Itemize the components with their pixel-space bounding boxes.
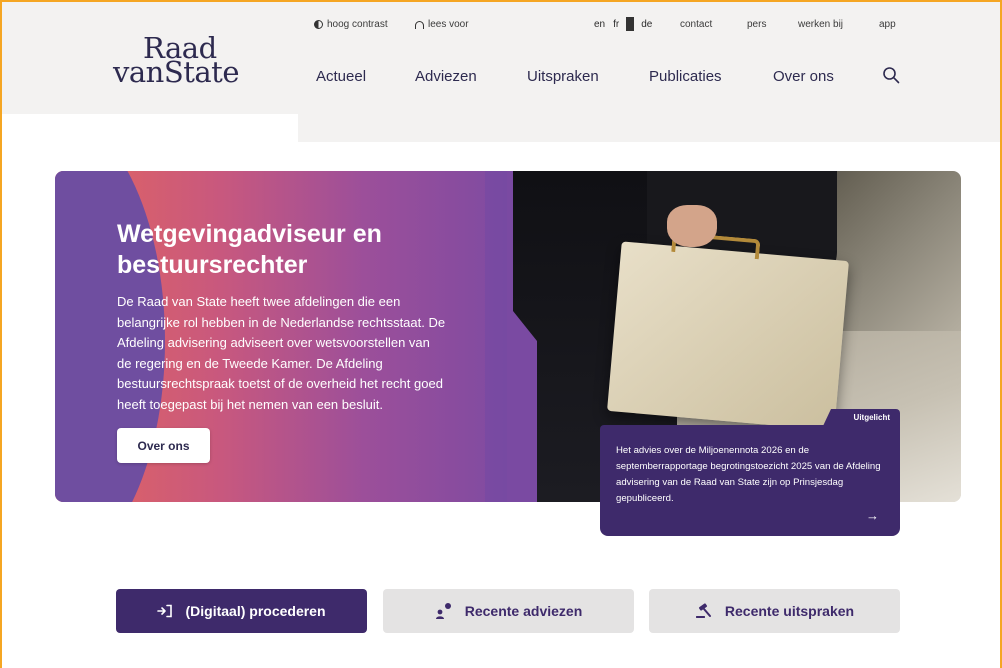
nav-publicaties[interactable]: Publicaties bbox=[649, 68, 722, 85]
press-link[interactable]: pers bbox=[747, 19, 766, 30]
arrow-right-icon[interactable]: → bbox=[866, 508, 879, 523]
sign-in-icon bbox=[157, 604, 173, 618]
over-ons-button[interactable]: Over ons bbox=[117, 428, 210, 463]
recent-rulings-button[interactable]: Recente uitspraken bbox=[649, 589, 900, 633]
contrast-icon bbox=[314, 20, 323, 29]
nav-over-ons[interactable]: Over ons bbox=[773, 68, 834, 85]
lang-de[interactable]: de bbox=[637, 19, 656, 31]
high-contrast-label: hoog contrast bbox=[327, 19, 388, 30]
logo-line-2: vanState bbox=[113, 55, 239, 89]
digital-procederen-label: (Digitaal) procederen bbox=[185, 603, 326, 619]
language-switcher: en fr de bbox=[590, 17, 656, 31]
header-notch bbox=[2, 114, 298, 144]
read-aloud-button[interactable]: lees voor bbox=[415, 19, 469, 30]
gavel-icon bbox=[695, 603, 711, 618]
contact-link[interactable]: contact bbox=[680, 19, 712, 30]
digital-procederen-button[interactable]: (Digitaal) procederen bbox=[116, 589, 367, 633]
photo-briefcase bbox=[607, 241, 849, 431]
nav-actueel[interactable]: Actueel bbox=[316, 68, 366, 85]
highlight-tag: Uitgelicht bbox=[823, 409, 900, 426]
nav-adviezen[interactable]: Adviezen bbox=[415, 68, 477, 85]
site-logo[interactable]: Raad vanState bbox=[113, 34, 243, 89]
lang-divider bbox=[626, 17, 635, 31]
careers-link[interactable]: werken bij bbox=[798, 19, 843, 30]
app-link[interactable]: app bbox=[879, 19, 896, 30]
high-contrast-toggle[interactable]: hoog contrast bbox=[314, 19, 388, 30]
hero-description: De Raad van State heeft twee afdelingen … bbox=[117, 294, 446, 412]
highlight-card[interactable]: Het advies over de Miljoenennota 2026 en… bbox=[600, 425, 900, 536]
headphones-icon bbox=[415, 20, 424, 29]
recent-rulings-label: Recente uitspraken bbox=[724, 603, 855, 619]
recent-advice-label: Recente adviezen bbox=[464, 603, 583, 619]
nav-uitspraken[interactable]: Uitspraken bbox=[527, 68, 599, 85]
hero-title: Wetgevingadviseur en bestuursrechter bbox=[117, 220, 382, 279]
recent-advice-button[interactable]: Recente adviezen bbox=[383, 589, 634, 633]
lang-fr[interactable]: fr bbox=[609, 19, 623, 31]
read-aloud-label: lees voor bbox=[428, 19, 469, 30]
speaker-person-icon bbox=[435, 603, 451, 619]
highlight-text: Het advies over de Miljoenennota 2026 en… bbox=[616, 445, 881, 504]
search-icon[interactable] bbox=[882, 66, 900, 84]
lang-en[interactable]: en bbox=[590, 19, 609, 31]
photo-hand bbox=[667, 205, 717, 247]
